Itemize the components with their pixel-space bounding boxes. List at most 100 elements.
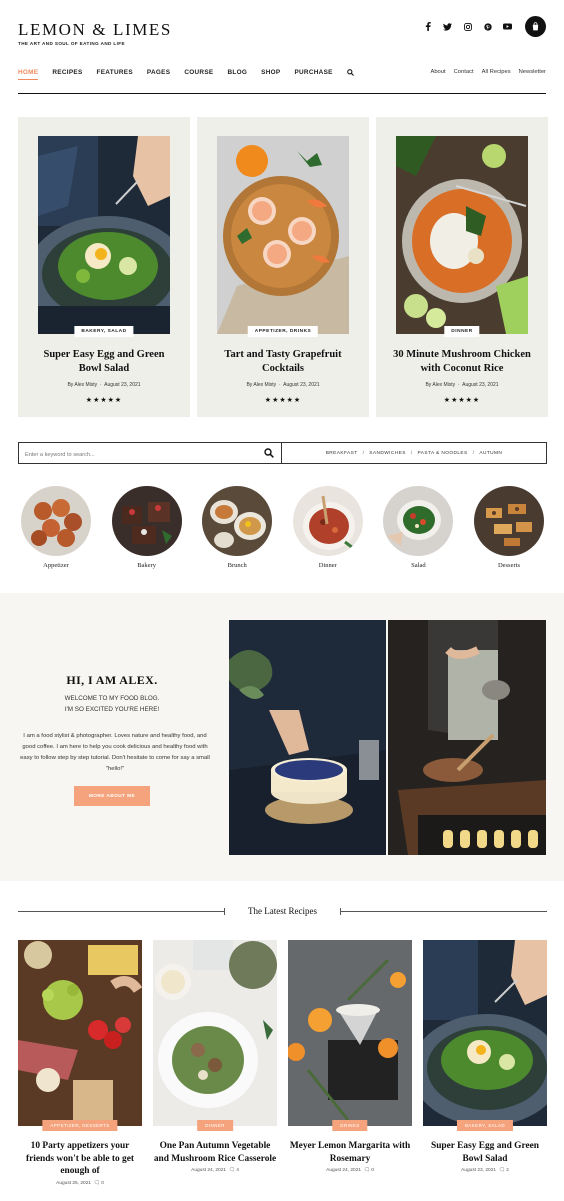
recipe-image[interactable] bbox=[288, 940, 412, 1126]
category-label[interactable]: Salad bbox=[382, 562, 454, 569]
recipe-date: August 25, 2021 bbox=[56, 1180, 92, 1186]
recipe-title[interactable]: Super Easy Egg and Green Bowl Salad bbox=[32, 348, 176, 375]
recipe-image[interactable] bbox=[396, 136, 528, 334]
recipe-title[interactable]: 10 Party appetizers your friends won't b… bbox=[18, 1140, 142, 1178]
featured-card[interactable]: DINNER 30 Minute Mushroom Chicken with C… bbox=[376, 117, 548, 417]
pinterest-icon[interactable] bbox=[481, 20, 494, 33]
about-welcome: WELCOME TO MY FOOD BLOG. I'M SO EXCITED … bbox=[0, 693, 224, 715]
recipe-title[interactable]: One Pan Autumn Vegetable and Mushroom Ri… bbox=[153, 1140, 277, 1165]
nav-all-recipes[interactable]: All Recipes bbox=[482, 69, 511, 75]
category-badge[interactable]: BAKERY, SALAD bbox=[74, 326, 134, 337]
quick-link-pasta[interactable]: PASTA & NOODLES bbox=[418, 451, 468, 456]
comment-count[interactable]: 0 bbox=[101, 1181, 104, 1186]
comment-icon[interactable]: 🗨 bbox=[499, 1168, 505, 1173]
recipe-title[interactable]: Tart and Tasty Grapefruit Cocktails bbox=[211, 348, 355, 375]
comment-count[interactable]: 4 bbox=[236, 1168, 239, 1173]
category-badge[interactable]: APPETIZER, DESSERTS bbox=[42, 1120, 118, 1131]
recipe-title[interactable]: 30 Minute Mushroom Chicken with Coconut … bbox=[390, 348, 534, 375]
comment-count[interactable]: 0 bbox=[371, 1168, 374, 1173]
category-label[interactable]: Brunch bbox=[201, 562, 273, 569]
featured-card[interactable]: APPETIZER, DRINKS Tart and Tasty Grapefr… bbox=[197, 117, 369, 417]
recipe-author[interactable]: By Alex Misty bbox=[246, 382, 276, 388]
search-icon[interactable] bbox=[264, 448, 274, 458]
recipe-image[interactable] bbox=[38, 136, 170, 334]
quick-link-sandwiches[interactable]: SANDWICHES bbox=[369, 451, 406, 456]
welcome-line-1: WELCOME TO MY FOOD BLOG. bbox=[64, 695, 160, 702]
category-list: Appetizer Bakery Brunch Dinner Salad Des… bbox=[20, 486, 545, 569]
recipe-card[interactable]: APPETIZER, DESSERTS 10 Party appetizers … bbox=[18, 940, 142, 1186]
nav-course[interactable]: COURSE bbox=[184, 69, 213, 78]
quick-link-breakfast[interactable]: BREAKFAST bbox=[326, 451, 358, 456]
comment-icon[interactable]: 🗨 bbox=[229, 1168, 235, 1173]
featured-card[interactable]: BAKERY, SALAD Super Easy Egg and Green B… bbox=[18, 117, 190, 417]
category-desserts[interactable]: Desserts bbox=[473, 486, 545, 569]
nav-newsletter[interactable]: Newsletter bbox=[519, 69, 546, 75]
category-badge[interactable]: APPETIZER, DRINKS bbox=[247, 326, 319, 337]
nav-features[interactable]: FEATURES bbox=[97, 69, 133, 78]
category-label[interactable]: Bakery bbox=[111, 562, 183, 569]
recipe-meta: August 23, 2021 🗨 2 bbox=[423, 1168, 547, 1173]
youtube-icon[interactable] bbox=[501, 20, 514, 33]
nav-recipes[interactable]: RECIPES bbox=[52, 69, 82, 78]
category-badge[interactable]: DRINKS bbox=[332, 1120, 368, 1131]
recipe-image[interactable] bbox=[18, 940, 142, 1126]
recipe-search-bar: BREAKFAST / SANDWICHES / PASTA & NOODLES… bbox=[18, 442, 547, 465]
recipe-date: August 24, 2021 bbox=[191, 1168, 227, 1173]
category-appetizer[interactable]: Appetizer bbox=[20, 486, 92, 569]
search-input[interactable] bbox=[19, 445, 249, 465]
category-label[interactable]: Dinner bbox=[292, 562, 364, 569]
category-label[interactable]: Desserts bbox=[473, 562, 545, 569]
nav-purchase[interactable]: PURCHASE bbox=[294, 69, 332, 78]
recipe-title[interactable]: Meyer Lemon Margarita with Rosemary bbox=[288, 1140, 412, 1165]
category-bakery[interactable]: Bakery bbox=[111, 486, 183, 569]
nav-contact[interactable]: Contact bbox=[454, 69, 474, 75]
category-image[interactable] bbox=[21, 486, 91, 556]
more-about-me-button[interactable]: MORE ABOUT ME bbox=[74, 786, 150, 806]
category-image[interactable] bbox=[473, 486, 544, 556]
nav-shop[interactable]: SHOP bbox=[261, 69, 280, 78]
nav-pages[interactable]: PAGES bbox=[147, 69, 170, 78]
comment-icon[interactable]: 🗨 bbox=[364, 1168, 370, 1173]
nav-blog[interactable]: BLOG bbox=[227, 69, 247, 78]
cart-button[interactable] bbox=[525, 16, 546, 37]
category-brunch[interactable]: Brunch bbox=[201, 486, 273, 569]
search-icon[interactable] bbox=[346, 69, 354, 78]
category-salad[interactable]: Salad bbox=[382, 486, 454, 569]
comment-count[interactable]: 2 bbox=[506, 1168, 509, 1173]
category-image[interactable] bbox=[111, 486, 182, 556]
site-logo[interactable]: LEMON & LIMES bbox=[18, 20, 172, 40]
nav-about[interactable]: About bbox=[430, 69, 445, 75]
category-badge[interactable]: BAKERY, SALAD bbox=[456, 1120, 514, 1131]
category-image[interactable] bbox=[292, 486, 363, 556]
category-label[interactable]: Appetizer bbox=[20, 562, 92, 569]
comment-icon[interactable]: 🗨 bbox=[94, 1181, 100, 1186]
recipe-card[interactable]: DINNER One Pan Autumn Vegetable and Mush… bbox=[153, 940, 277, 1186]
recipe-image[interactable] bbox=[153, 940, 277, 1126]
recipe-card[interactable]: BAKERY, SALAD Super Easy Egg and Green B… bbox=[423, 940, 547, 1186]
recipe-author[interactable]: By Alex Misty bbox=[425, 382, 455, 388]
category-badge[interactable]: DINNER bbox=[197, 1120, 233, 1131]
social-links bbox=[421, 20, 514, 33]
category-image[interactable] bbox=[202, 486, 273, 556]
recipe-meta: August 24, 2021 🗨 4 bbox=[153, 1168, 277, 1173]
recipe-author[interactable]: By Alex Misty bbox=[67, 382, 97, 388]
category-badge[interactable]: DINNER bbox=[444, 326, 480, 337]
recipe-title[interactable]: Super Easy Egg and Green Bowl Salad bbox=[423, 1140, 547, 1165]
category-dinner[interactable]: Dinner bbox=[292, 486, 364, 569]
rating-stars: ★★★★★ bbox=[264, 397, 302, 404]
recipe-meta: By Alex Misty · August 23, 2021 bbox=[246, 382, 320, 388]
nav-home[interactable]: HOME bbox=[18, 69, 39, 80]
facebook-icon[interactable] bbox=[421, 20, 434, 33]
separator: / bbox=[410, 450, 413, 456]
latest-recipes-list: APPETIZER, DESSERTS 10 Party appetizers … bbox=[18, 940, 547, 1186]
twitter-icon[interactable] bbox=[441, 20, 454, 33]
recipe-date: August 23, 2021 bbox=[462, 382, 499, 388]
quick-link-autumn[interactable]: AUTUMN bbox=[479, 451, 502, 456]
category-image[interactable] bbox=[383, 486, 454, 556]
featured-recipes: BAKERY, SALAD Super Easy Egg and Green B… bbox=[18, 117, 548, 417]
instagram-icon[interactable] bbox=[461, 20, 474, 33]
recipe-image[interactable] bbox=[217, 136, 349, 334]
recipe-image[interactable] bbox=[423, 940, 547, 1126]
recipe-card[interactable]: DRINKS Meyer Lemon Margarita with Rosema… bbox=[288, 940, 412, 1186]
secondary-nav: About Contact All Recipes Newsletter bbox=[430, 69, 546, 75]
